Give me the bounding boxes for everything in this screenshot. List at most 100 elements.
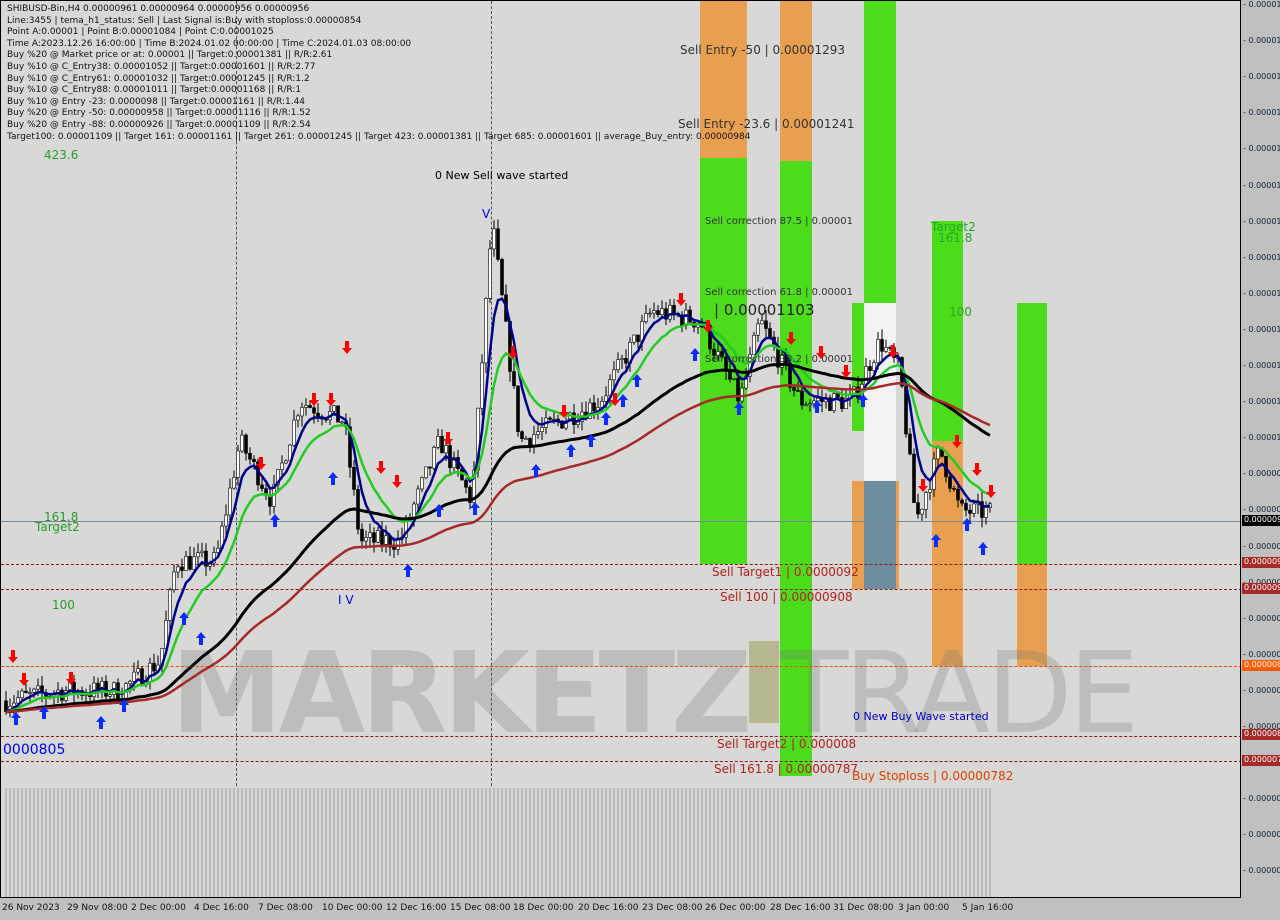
- price-flag-target1: 0.0000092: [1242, 557, 1280, 568]
- time-tick: 3 Jan 00:00: [898, 903, 950, 913]
- sell-arrow-icon: [19, 673, 29, 686]
- buy-arrow-icon: [270, 514, 280, 527]
- buy-stoploss-label: Buy Stoploss | 0.00000782: [852, 769, 1014, 783]
- sell-arrow-icon: [676, 293, 686, 306]
- sell-arrow-icon: [841, 365, 851, 378]
- candle-body: [528, 438, 532, 447]
- buy-arrow-icon: [690, 348, 700, 361]
- price-tick: - 0.0000106: [1243, 361, 1280, 370]
- candle-body: [232, 477, 236, 489]
- candle-body: [984, 507, 988, 518]
- candle-body: [420, 477, 424, 490]
- sell-correction-875-label: Sell correction 87.5 | 0.00001: [705, 216, 854, 227]
- candle-body: [524, 438, 528, 440]
- candle-body: [540, 427, 544, 432]
- candle-body: [180, 566, 184, 571]
- candle-body: [832, 393, 836, 411]
- candle-body: [292, 419, 296, 446]
- candle-body: [632, 334, 636, 343]
- sell-arrow-icon: [986, 485, 996, 498]
- price-flag-current: 0.00000956: [1242, 515, 1280, 526]
- price-tick: - 0.0000116: [1243, 216, 1280, 226]
- candle-body: [952, 488, 956, 490]
- candle-body: [636, 334, 640, 343]
- candle-body: [612, 369, 616, 381]
- sell-target1-label: Sell Target1 | 0.0000092: [712, 565, 859, 579]
- candle-body: [352, 466, 356, 490]
- info-line: Buy %10 @ C_Entry88: 0.00001011 || Targe…: [7, 85, 302, 96]
- candle-body: [384, 535, 388, 545]
- candle-body: [884, 347, 888, 352]
- time-tick: 7 Dec 08:00: [258, 903, 313, 913]
- candle-body: [928, 489, 932, 493]
- ma-mid-line: [5, 322, 991, 713]
- time-tick: 4 Dec 16:00: [194, 903, 249, 913]
- candle-body: [516, 385, 520, 433]
- candle-body: [656, 310, 660, 316]
- candle-body: [36, 685, 40, 690]
- sell-target2-label: Sell Target2 | 0.000008: [717, 737, 857, 751]
- price-tick: - 0.0000109: [1243, 324, 1280, 334]
- price-flag-s1618: 0.00000787: [1242, 755, 1280, 766]
- price-tick: - 0.0000089: [1243, 613, 1280, 623]
- candle-body: [912, 453, 916, 503]
- sell-correction-382-label: Sell correction 38.2 | 0.00001: [705, 354, 854, 365]
- price-tick: - 0.0000084: [1243, 685, 1280, 695]
- candle-body: [236, 450, 240, 478]
- price-tick: - 0.0000126: [1243, 72, 1280, 82]
- price-tick: - 0.0000101: [1243, 433, 1280, 443]
- info-line: SHIBUSD-Bin,H4 0.00000961 0.00000964 0.0…: [7, 4, 310, 14]
- candle-body: [280, 462, 284, 470]
- candle-body: [260, 484, 264, 489]
- candle-body: [316, 412, 320, 417]
- candle-body: [484, 298, 488, 364]
- candle-body: [752, 334, 756, 355]
- candle-body: [312, 407, 316, 414]
- candle-body: [796, 390, 800, 392]
- low-price-label: 0000805: [3, 742, 66, 758]
- new-buy-wave-label: 0 New Buy Wave started: [853, 710, 989, 723]
- price-tick: - 0.0000096: [1243, 505, 1280, 515]
- price-flag-s100: 0.00000908: [1242, 583, 1280, 594]
- price-flag-stop: 0.00000854: [1242, 660, 1280, 671]
- buy-arrow-icon: [328, 472, 338, 485]
- sell-arrow-icon: [972, 463, 982, 476]
- time-tick: 23 Dec 08:00: [642, 903, 703, 913]
- sell-arrow-icon: [342, 341, 352, 354]
- candle-body: [440, 435, 444, 454]
- fib-4236-label: 423.6: [44, 148, 79, 162]
- candle-body: [380, 530, 384, 545]
- time-tick: 10 Dec 00:00: [322, 903, 383, 913]
- candle-body: [968, 509, 972, 514]
- candle-body: [972, 503, 976, 514]
- candle-body: [368, 532, 372, 538]
- candle-body: [24, 690, 28, 694]
- candle-body: [32, 688, 36, 693]
- target2-left-label: Target2: [35, 520, 80, 534]
- candle-body: [432, 447, 436, 469]
- info-line: Buy %10 @ Entry -23: 0.0000098 || Target…: [7, 96, 306, 107]
- candle-body: [20, 690, 24, 699]
- candle-body: [364, 537, 368, 542]
- candle-body: [172, 571, 176, 591]
- time-tick: 31 Dec 08:00: [833, 903, 894, 913]
- candle-body: [764, 320, 768, 329]
- fib-100-label: 100: [52, 598, 75, 612]
- price-axis[interactable]: - 0.0000131 - 0.0000129 - 0.0000126 - 0.000…: [1241, 0, 1280, 920]
- candle-body: [412, 503, 416, 518]
- candle-body: [284, 460, 288, 464]
- candle-body: [168, 589, 172, 621]
- chart-plot-area[interactable]: SHIBUSD-Bin,H4 0.00000961 0.00000964 0.0…: [0, 0, 1241, 898]
- buy-arrow-icon: [978, 542, 988, 555]
- candle-body: [340, 421, 344, 424]
- new-sell-wave-label: 0 New Sell wave started: [435, 169, 569, 182]
- price-tick: - 0.0000111: [1243, 288, 1280, 298]
- candle-body: [496, 228, 500, 260]
- info-line: Buy %20 @ Market price or at: 0.00001 ||…: [7, 50, 333, 61]
- candle-body: [304, 405, 308, 408]
- candle-body: [244, 434, 248, 454]
- candle-body: [488, 248, 492, 299]
- candle-body: [880, 339, 884, 352]
- time-axis[interactable]: 26 Nov 2023 29 Nov 08:00 2 Dec 00:00 4 Dec …: [0, 898, 1241, 920]
- price-tick: - 0.0000099: [1243, 469, 1280, 479]
